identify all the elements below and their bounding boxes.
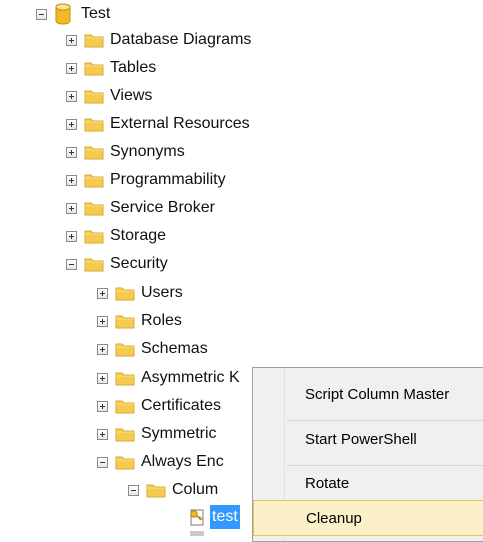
folder-icon: [115, 428, 135, 442]
menu-item-label: Cleanup: [306, 509, 362, 527]
tree-node-label: Schemas: [141, 340, 208, 357]
folder-icon: [84, 174, 104, 188]
expand-icon[interactable]: [97, 343, 108, 355]
collapse-icon[interactable]: [128, 484, 139, 496]
folder-icon: [115, 372, 135, 386]
expand-icon[interactable]: [66, 174, 77, 186]
tree-node-label: Programmability: [110, 171, 226, 188]
tree-node-always-encrypted-keys[interactable]: Always Enc: [97, 450, 224, 474]
tree-node-views[interactable]: Views: [66, 84, 152, 108]
expand-icon[interactable]: [97, 287, 108, 299]
menu-item-start-powershell[interactable]: Start PowerShell: [255, 421, 483, 457]
tree-node-external-resources[interactable]: External Resources: [66, 112, 250, 136]
expand-icon[interactable]: [66, 118, 77, 130]
tree-node-label: External Resources: [110, 115, 250, 132]
expand-icon[interactable]: [66, 202, 77, 214]
tree-node-label: Tables: [110, 59, 157, 76]
menu-item-rotate[interactable]: Rotate: [255, 465, 483, 501]
folder-icon: [84, 90, 104, 104]
tree-node-certificates[interactable]: Certificates: [97, 394, 221, 418]
folder-icon: [84, 258, 104, 272]
folder-icon: [115, 343, 135, 357]
expand-icon[interactable]: [66, 146, 77, 158]
tree-node-symmetric-keys[interactable]: Symmetric: [97, 422, 217, 446]
tree-node-programmability[interactable]: Programmability: [66, 168, 226, 192]
tree-node-label: Views: [110, 87, 153, 104]
expand-icon[interactable]: [97, 315, 108, 327]
tree-node-storage[interactable]: Storage: [66, 224, 166, 248]
folder-icon: [84, 146, 104, 160]
menu-item-label: Rotate: [305, 474, 350, 492]
key-icon: [190, 509, 204, 526]
collapse-icon[interactable]: [66, 258, 77, 270]
tree-node-schemas[interactable]: Schemas: [97, 337, 208, 361]
collapse-icon[interactable]: [97, 456, 108, 468]
tree-node-service-broker[interactable]: Service Broker: [66, 196, 215, 220]
tree-node-label: Security: [110, 255, 168, 272]
tree-node-label: Always Enc: [141, 453, 224, 470]
tree-node-label: Service Broker: [110, 199, 215, 216]
tree-node-label: Test: [81, 5, 111, 22]
expand-icon[interactable]: [97, 400, 108, 412]
tree-node-database-diagrams[interactable]: Database Diagrams: [66, 28, 251, 52]
tree-node-label: Users: [141, 284, 183, 301]
database-icon: [55, 3, 71, 25]
expand-icon[interactable]: [66, 230, 77, 242]
tree-node-roles[interactable]: Roles: [97, 309, 182, 333]
folder-icon: [84, 230, 104, 244]
tree-node-test-key[interactable]: test: [188, 505, 240, 529]
tree-node-label: Synonyms: [110, 143, 185, 160]
tree-node-label: Roles: [141, 312, 182, 329]
folder-icon: [84, 118, 104, 132]
partial-node-icon: [190, 531, 204, 536]
expand-icon[interactable]: [97, 428, 108, 440]
tree-node-label: Certificates: [141, 397, 222, 414]
tree-node-label: Colum: [172, 481, 219, 498]
expand-icon[interactable]: [66, 90, 77, 102]
tree-node-label: Symmetric: [141, 425, 217, 442]
tree-node-column-master-keys[interactable]: Colum: [128, 478, 218, 502]
tree-node-label: Asymmetric K: [141, 369, 240, 386]
context-menu: Script Column Master Start PowerShell Ro…: [252, 367, 483, 542]
menu-item-script-column-master-key[interactable]: Script Column Master: [255, 376, 483, 412]
expand-icon[interactable]: [66, 62, 77, 74]
menu-item-label: Script Column Master: [305, 385, 450, 403]
folder-icon: [84, 62, 104, 76]
menu-item-cleanup[interactable]: Cleanup: [253, 500, 483, 536]
tree-node-label: test: [210, 505, 240, 529]
tree-node-label: Database Diagrams: [110, 31, 252, 48]
tree-node-tables[interactable]: Tables: [66, 56, 156, 80]
collapse-icon[interactable]: [36, 8, 47, 20]
folder-icon: [115, 400, 135, 414]
folder-icon: [115, 315, 135, 329]
menu-item-label: Start PowerShell: [305, 430, 417, 448]
tree-node-asymmetric-keys[interactable]: Asymmetric K: [97, 366, 240, 390]
expand-icon[interactable]: [97, 372, 108, 384]
tree-node-security[interactable]: Security: [66, 252, 168, 276]
folder-icon: [115, 287, 135, 301]
folder-icon: [84, 202, 104, 216]
tree-node-label: Storage: [110, 227, 167, 244]
tree-node-test-database[interactable]: Test: [36, 2, 110, 26]
folder-icon: [115, 456, 135, 470]
folder-icon: [84, 34, 104, 48]
tree-node-synonyms[interactable]: Synonyms: [66, 140, 185, 164]
expand-icon[interactable]: [66, 34, 77, 46]
tree-node-users[interactable]: Users: [97, 281, 183, 305]
folder-icon: [146, 484, 166, 498]
